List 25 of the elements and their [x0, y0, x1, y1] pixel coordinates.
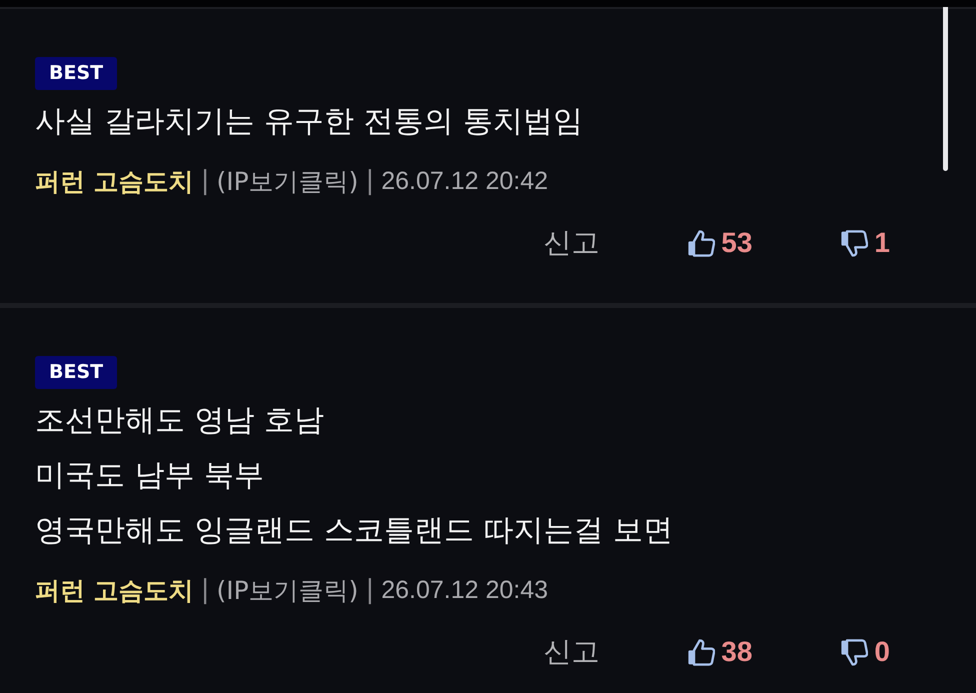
- dislike-button[interactable]: 1: [840, 227, 890, 259]
- best-badge: BEST: [35, 356, 118, 389]
- post-date: 26.07.12 20:43: [381, 576, 548, 604]
- ip-view-link[interactable]: (IP보기클릭): [216, 164, 358, 198]
- ip-view-link[interactable]: (IP보기클릭): [216, 574, 358, 606]
- thumbs-down-icon: [840, 230, 868, 256]
- report-button[interactable]: 신고: [543, 224, 600, 262]
- dislike-button[interactable]: 0: [840, 636, 890, 668]
- report-button[interactable]: 신고: [543, 633, 600, 671]
- comment-text: 조선만해도 영남 호남 미국도 남부 북부 영국만해도 잉글랜드 스코틀랜드 따지는걸 보면: [35, 402, 674, 550]
- thumbs-down-icon: [840, 638, 868, 666]
- author-name[interactable]: 퍼런 고슴도치: [35, 574, 194, 606]
- separator: |: [200, 166, 210, 196]
- post-date: 26.07.12 20:42: [381, 166, 548, 196]
- like-button[interactable]: 53: [687, 227, 752, 259]
- author-name[interactable]: 퍼런 고슴도치: [35, 164, 194, 198]
- separator: |: [365, 575, 374, 605]
- thumbs-up-icon: [687, 230, 716, 256]
- like-button[interactable]: 38: [687, 636, 752, 668]
- scrollbar-thumb[interactable]: [943, 7, 948, 171]
- best-badge: BEST: [35, 57, 118, 90]
- comment-text: 사실 갈라치기는 유구한 전통의 통치법임: [35, 103, 584, 141]
- thumbs-up-icon: [687, 638, 716, 666]
- separator: |: [365, 166, 374, 196]
- separator: |: [200, 575, 210, 605]
